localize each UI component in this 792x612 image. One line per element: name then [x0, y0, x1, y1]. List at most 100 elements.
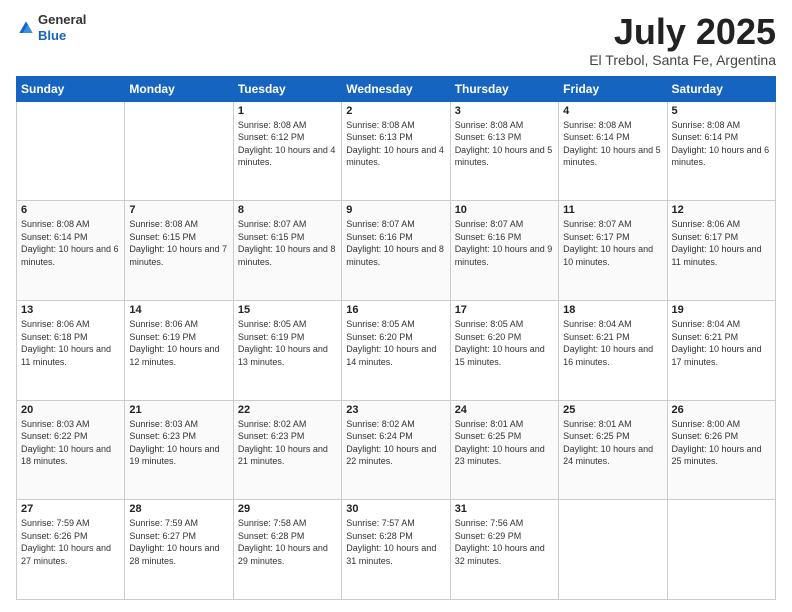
calendar-week-3: 13 Sunrise: 8:06 AM Sunset: 6:18 PM Dayli…: [17, 300, 776, 400]
calendar-cell: 3 Sunrise: 8:08 AM Sunset: 6:13 PM Daylig…: [450, 101, 558, 201]
day-info: Sunrise: 8:08 AM Sunset: 6:14 PM Dayligh…: [21, 218, 120, 268]
day-info: Sunrise: 8:07 AM Sunset: 6:16 PM Dayligh…: [455, 218, 554, 268]
calendar-cell: 5 Sunrise: 8:08 AM Sunset: 6:14 PM Daylig…: [667, 101, 775, 201]
col-tuesday: Tuesday: [233, 76, 341, 101]
day-number: 1: [238, 105, 337, 117]
calendar-cell: 8Sunrise: 8:07 AM Sunset: 6:15 PM Daylig…: [233, 201, 341, 301]
col-saturday: Saturday: [667, 76, 775, 101]
col-wednesday: Wednesday: [342, 76, 450, 101]
day-number: 24: [455, 404, 554, 416]
calendar-week-5: 27 Sunrise: 7:59 AM Sunset: 6:26 PM Dayli…: [17, 500, 776, 600]
calendar-cell: 16Sunrise: 8:05 AM Sunset: 6:20 PM Dayli…: [342, 300, 450, 400]
title-location: El Trebol, Santa Fe, Argentina: [589, 52, 776, 68]
calendar-cell: 20Sunrise: 8:03 AM Sunset: 6:22 PM Dayli…: [17, 400, 125, 500]
day-info: Sunrise: 8:01 AM Sunset: 6:25 PM Dayligh…: [455, 418, 554, 468]
calendar-cell: 30Sunrise: 7:57 AM Sunset: 6:28 PM Dayli…: [342, 500, 450, 600]
calendar-cell: 11 Sunrise: 8:07 AM Sunset: 6:17 PM Dayli…: [559, 201, 667, 301]
calendar-cell: 14Sunrise: 8:06 AM Sunset: 6:19 PM Dayli…: [125, 300, 233, 400]
day-number: 8: [238, 204, 337, 216]
page: General Blue July 2025 El Trebol, Santa …: [0, 0, 792, 612]
day-number: 5: [672, 105, 771, 117]
day-info: Sunrise: 7:58 AM Sunset: 6:28 PM Dayligh…: [238, 517, 337, 567]
calendar-cell: 7 Sunrise: 8:08 AM Sunset: 6:15 PM Daylig…: [125, 201, 233, 301]
calendar-cell: 6 Sunrise: 8:08 AM Sunset: 6:14 PM Daylig…: [17, 201, 125, 301]
calendar-cell: 12Sunrise: 8:06 AM Sunset: 6:17 PM Dayli…: [667, 201, 775, 301]
day-number: 28: [129, 503, 228, 515]
day-info: Sunrise: 8:08 AM Sunset: 6:14 PM Dayligh…: [672, 119, 771, 169]
day-info: Sunrise: 7:56 AM Sunset: 6:29 PM Dayligh…: [455, 517, 554, 567]
day-number: 13: [21, 304, 120, 316]
header: General Blue July 2025 El Trebol, Santa …: [16, 12, 776, 68]
calendar-week-4: 20Sunrise: 8:03 AM Sunset: 6:22 PM Dayli…: [17, 400, 776, 500]
calendar-cell: 19Sunrise: 8:04 AM Sunset: 6:21 PM Dayli…: [667, 300, 775, 400]
day-info: Sunrise: 8:03 AM Sunset: 6:22 PM Dayligh…: [21, 418, 120, 468]
day-info: Sunrise: 8:02 AM Sunset: 6:24 PM Dayligh…: [346, 418, 445, 468]
day-info: Sunrise: 8:00 AM Sunset: 6:26 PM Dayligh…: [672, 418, 771, 468]
day-number: 26: [672, 404, 771, 416]
day-number: 6: [21, 204, 120, 216]
day-number: 18: [563, 304, 662, 316]
day-info: Sunrise: 8:08 AM Sunset: 6:12 PM Dayligh…: [238, 119, 337, 169]
day-info: Sunrise: 8:01 AM Sunset: 6:25 PM Dayligh…: [563, 418, 662, 468]
calendar-header-row: Sunday Monday Tuesday Wednesday Thursday…: [17, 76, 776, 101]
day-number: 31: [455, 503, 554, 515]
calendar-week-2: 6 Sunrise: 8:08 AM Sunset: 6:14 PM Daylig…: [17, 201, 776, 301]
day-number: 14: [129, 304, 228, 316]
day-info: Sunrise: 8:06 AM Sunset: 6:18 PM Dayligh…: [21, 318, 120, 368]
day-number: 2: [346, 105, 445, 117]
calendar-cell: 9Sunrise: 8:07 AM Sunset: 6:16 PM Daylig…: [342, 201, 450, 301]
calendar-cell: 28 Sunrise: 7:59 AM Sunset: 6:27 PM Dayli…: [125, 500, 233, 600]
day-info: Sunrise: 8:07 AM Sunset: 6:16 PM Dayligh…: [346, 218, 445, 268]
calendar-cell: [667, 500, 775, 600]
calendar-cell: 24 Sunrise: 8:01 AM Sunset: 6:25 PM Dayli…: [450, 400, 558, 500]
calendar-cell: 26 Sunrise: 8:00 AM Sunset: 6:26 PM Dayli…: [667, 400, 775, 500]
calendar-cell: 23 Sunrise: 8:02 AM Sunset: 6:24 PM Dayli…: [342, 400, 450, 500]
day-info: Sunrise: 8:05 AM Sunset: 6:19 PM Dayligh…: [238, 318, 337, 368]
calendar-cell: 10 Sunrise: 8:07 AM Sunset: 6:16 PM Dayli…: [450, 201, 558, 301]
logo-general: General: [38, 12, 86, 28]
calendar-cell: 1 Sunrise: 8:08 AM Sunset: 6:12 PM Daylig…: [233, 101, 341, 201]
day-info: Sunrise: 8:06 AM Sunset: 6:17 PM Dayligh…: [672, 218, 771, 268]
calendar-cell: 4 Sunrise: 8:08 AM Sunset: 6:14 PM Daylig…: [559, 101, 667, 201]
logo-icon: [16, 18, 36, 38]
calendar-cell: [125, 101, 233, 201]
day-info: Sunrise: 8:08 AM Sunset: 6:14 PM Dayligh…: [563, 119, 662, 169]
calendar-cell: 13 Sunrise: 8:06 AM Sunset: 6:18 PM Dayli…: [17, 300, 125, 400]
day-info: Sunrise: 7:59 AM Sunset: 6:27 PM Dayligh…: [129, 517, 228, 567]
day-info: Sunrise: 8:04 AM Sunset: 6:21 PM Dayligh…: [672, 318, 771, 368]
day-info: Sunrise: 8:08 AM Sunset: 6:15 PM Dayligh…: [129, 218, 228, 268]
day-info: Sunrise: 8:08 AM Sunset: 6:13 PM Dayligh…: [346, 119, 445, 169]
day-number: 16: [346, 304, 445, 316]
day-info: Sunrise: 8:02 AM Sunset: 6:23 PM Dayligh…: [238, 418, 337, 468]
col-friday: Friday: [559, 76, 667, 101]
calendar-cell: 31 Sunrise: 7:56 AM Sunset: 6:29 PM Dayli…: [450, 500, 558, 600]
day-number: 10: [455, 204, 554, 216]
day-number: 3: [455, 105, 554, 117]
calendar-cell: 29 Sunrise: 7:58 AM Sunset: 6:28 PM Dayli…: [233, 500, 341, 600]
day-number: 29: [238, 503, 337, 515]
day-number: 15: [238, 304, 337, 316]
day-number: 7: [129, 204, 228, 216]
col-monday: Monday: [125, 76, 233, 101]
day-info: Sunrise: 7:59 AM Sunset: 6:26 PM Dayligh…: [21, 517, 120, 567]
day-number: 11: [563, 204, 662, 216]
calendar-table: Sunday Monday Tuesday Wednesday Thursday…: [16, 76, 776, 600]
title-month: July 2025: [589, 12, 776, 52]
calendar-cell: 21Sunrise: 8:03 AM Sunset: 6:23 PM Dayli…: [125, 400, 233, 500]
day-info: Sunrise: 8:07 AM Sunset: 6:17 PM Dayligh…: [563, 218, 662, 268]
col-thursday: Thursday: [450, 76, 558, 101]
calendar-week-1: 1 Sunrise: 8:08 AM Sunset: 6:12 PM Daylig…: [17, 101, 776, 201]
calendar-cell: 18Sunrise: 8:04 AM Sunset: 6:21 PM Dayli…: [559, 300, 667, 400]
calendar-cell: [17, 101, 125, 201]
calendar-cell: 25Sunrise: 8:01 AM Sunset: 6:25 PM Dayli…: [559, 400, 667, 500]
day-number: 4: [563, 105, 662, 117]
day-info: Sunrise: 8:08 AM Sunset: 6:13 PM Dayligh…: [455, 119, 554, 169]
day-info: Sunrise: 8:05 AM Sunset: 6:20 PM Dayligh…: [455, 318, 554, 368]
day-info: Sunrise: 7:57 AM Sunset: 6:28 PM Dayligh…: [346, 517, 445, 567]
calendar-cell: 17Sunrise: 8:05 AM Sunset: 6:20 PM Dayli…: [450, 300, 558, 400]
calendar-cell: 2 Sunrise: 8:08 AM Sunset: 6:13 PM Daylig…: [342, 101, 450, 201]
day-number: 21: [129, 404, 228, 416]
day-number: 23: [346, 404, 445, 416]
day-number: 27: [21, 503, 120, 515]
calendar-cell: 27 Sunrise: 7:59 AM Sunset: 6:26 PM Dayli…: [17, 500, 125, 600]
